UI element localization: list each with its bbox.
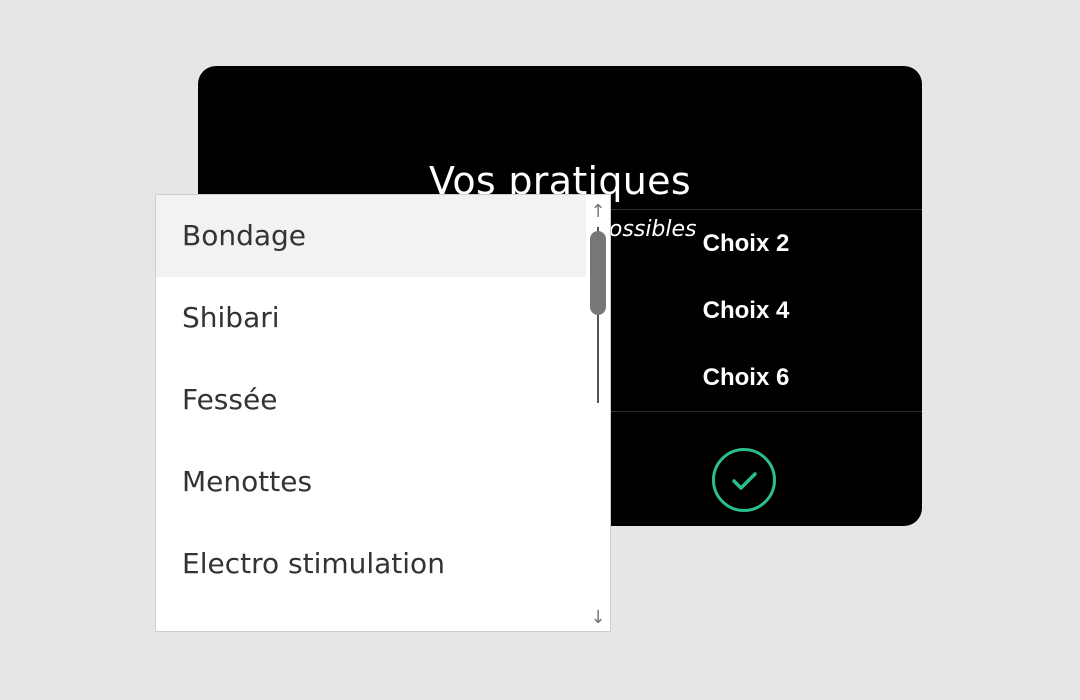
dropdown-option-electro-stimulation[interactable]: Electro stimulation: [156, 523, 586, 605]
choice-6[interactable]: Choix 6: [656, 366, 836, 390]
practices-dropdown-list[interactable]: Bondage Shibari Fessée Menottes Electro …: [155, 194, 611, 632]
choice-2[interactable]: Choix 2: [656, 232, 836, 256]
scroll-up-arrow-icon[interactable]: ↑: [588, 201, 608, 223]
scroll-down-arrow-icon[interactable]: ↓: [588, 607, 608, 629]
dropdown-option-bondage[interactable]: Bondage: [156, 195, 586, 277]
confirm-button[interactable]: [712, 448, 776, 512]
dropdown-option-menottes[interactable]: Menottes: [156, 441, 586, 523]
choice-4[interactable]: Choix 4: [656, 299, 836, 323]
check-circle-icon: [732, 472, 757, 490]
dropdown-option-fessee[interactable]: Fessée: [156, 359, 586, 441]
dropdown-option-shibari[interactable]: Shibari: [156, 277, 586, 359]
scrollbar-thumb[interactable]: [590, 231, 606, 315]
